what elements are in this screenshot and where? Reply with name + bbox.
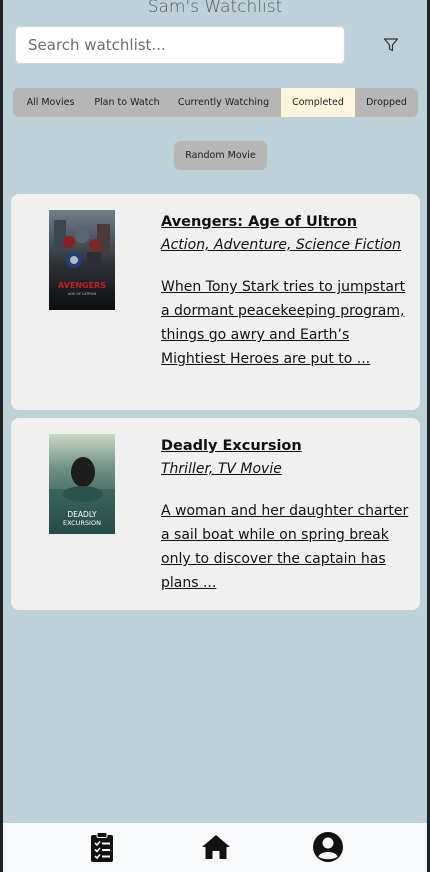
poster-subtitle-text: EXCURSION — [63, 519, 101, 527]
movie-title[interactable]: Avengers: Age of Ultron — [161, 213, 411, 231]
movie-description[interactable]: A woman and her daughter charter a sail … — [161, 499, 411, 595]
movie-poster[interactable]: DEADLY EXCURSION — [49, 434, 115, 534]
movie-genres[interactable]: Action, Adventure, Science Fiction — [161, 236, 411, 254]
bottom-nav — [3, 823, 427, 872]
movie-poster[interactable]: AVENGERS AGE OF ULTRON — [49, 210, 115, 310]
poster-title-text: DEADLY — [67, 510, 97, 519]
page-title: Sam's Watchlist — [147, 0, 283, 17]
poster-subtitle-text: AGE OF ULTRON — [68, 292, 97, 296]
tab-currently-watching[interactable]: Currently Watching — [166, 88, 281, 117]
random-movie-button[interactable]: Random Movie — [174, 141, 267, 170]
user-circle-icon[interactable] — [312, 831, 344, 863]
app-screen: Sam's Watchlist All Movies Plan to Watch… — [3, 0, 427, 872]
filter-icon[interactable] — [383, 37, 399, 53]
home-icon[interactable] — [200, 831, 232, 863]
movie-card-body: Avengers: Age of Ultron Action, Adventur… — [161, 213, 411, 371]
clipboard-list-icon[interactable] — [86, 831, 118, 863]
tab-all-movies[interactable]: All Movies — [13, 88, 88, 117]
tab-completed[interactable]: Completed — [281, 88, 355, 117]
tab-plan-to-watch[interactable]: Plan to Watch — [88, 88, 166, 117]
status-tabs: All Movies Plan to Watch Currently Watch… — [13, 88, 418, 117]
movie-card-body: Deadly Excursion Thriller, TV Movie A wo… — [161, 437, 411, 595]
movie-title[interactable]: Deadly Excursion — [161, 437, 411, 455]
movie-card: DEADLY EXCURSION Deadly Excursion Thrill… — [11, 418, 420, 610]
tab-dropped[interactable]: Dropped — [355, 88, 418, 117]
poster-title-text: AVENGERS — [58, 281, 106, 290]
movie-genres[interactable]: Thriller, TV Movie — [161, 460, 411, 478]
movie-description[interactable]: When Tony Stark tries to jumpstart a dor… — [161, 275, 411, 371]
search-input[interactable] — [15, 26, 345, 64]
movie-card: AVENGERS AGE OF ULTRON Avengers: Age of … — [11, 194, 420, 410]
